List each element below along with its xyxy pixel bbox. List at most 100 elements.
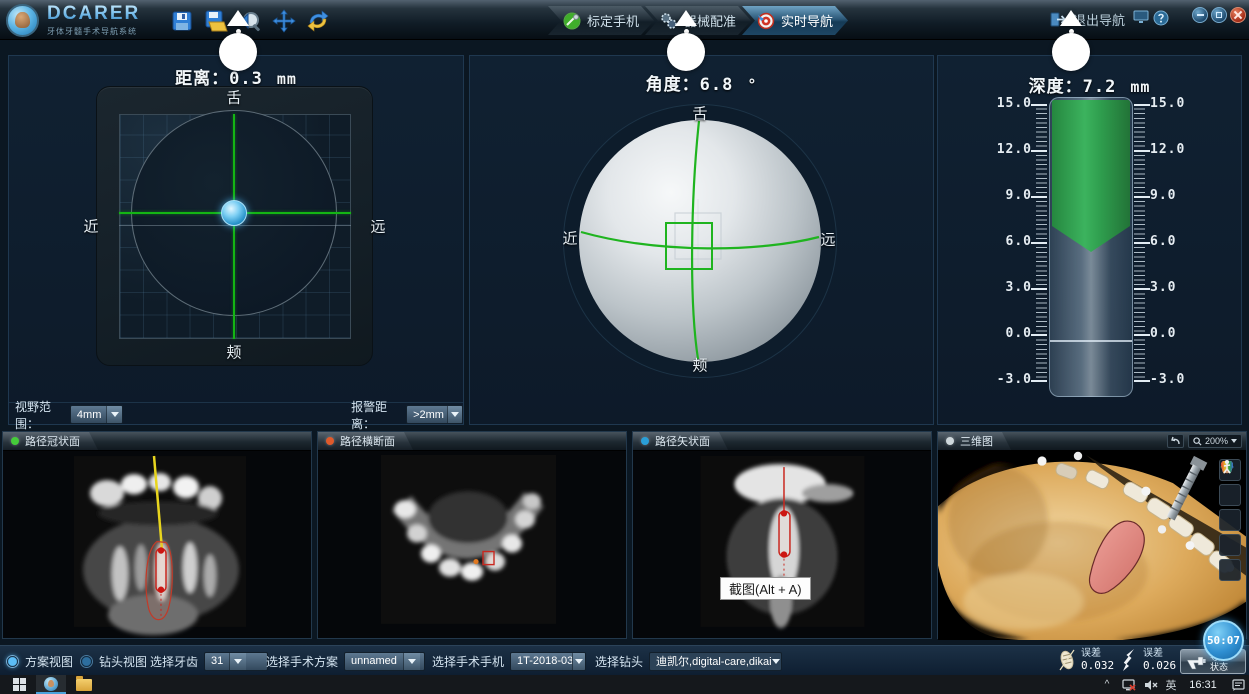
tick-label: 3.0 <box>988 280 1032 295</box>
handpiece-select-group: 选择手术手机 1T-2018-033 <box>432 646 586 676</box>
dir-distal: 远 <box>820 229 835 250</box>
drill-view-radio-group[interactable]: 钻头视图 <box>80 646 147 676</box>
view-tab[interactable]: 路径冠状面 <box>3 432 98 450</box>
dir-buccal: 颊 <box>692 355 707 376</box>
view-controls: 200% <box>1167 434 1242 448</box>
handpiece-icon <box>1186 654 1206 670</box>
view-header: 路径横断面 <box>318 432 626 451</box>
taskbar-app-dcarer[interactable] <box>36 675 66 694</box>
plan-view-label: 方案视图 <box>25 653 73 670</box>
view-tab[interactable]: 路径矢状面 <box>633 432 728 450</box>
threed-viewport[interactable] <box>938 451 1246 640</box>
md-sync-icon[interactable] <box>306 9 330 33</box>
help-icon[interactable] <box>1153 10 1169 25</box>
fov-select[interactable]: 4mm <box>70 405 123 424</box>
step-calibrate-handpiece[interactable]: 标定手机 <box>548 6 654 35</box>
crosshair-vertical <box>233 114 235 339</box>
tooth-glyph <box>15 12 30 28</box>
chevron-down-icon <box>572 653 585 670</box>
coronal-viewport[interactable] <box>3 451 311 640</box>
display-icon[interactable] <box>1133 10 1149 25</box>
tooth-value: 31 <box>205 653 229 670</box>
save-icon[interactable] <box>170 9 194 33</box>
view-tab[interactable]: 路径横断面 <box>318 432 413 450</box>
dir-lingual: 舌 <box>226 87 241 108</box>
save-as-icon[interactable] <box>204 9 228 33</box>
surgical-plan-select[interactable]: unnamed <box>344 652 425 671</box>
depth-title: 深度：7.2mm <box>938 72 1241 97</box>
tray-expand-caret[interactable]: ^ <box>1098 675 1116 694</box>
sagittal-view-panel: 路径矢状面 截图(Alt + A) <box>632 431 932 639</box>
coronal-view-panel: 路径冠状面 <box>2 431 312 639</box>
drill-bit-select[interactable]: 迪凯尔,digital-care,dikaier_种子 <box>649 652 782 671</box>
chevron-down-icon <box>771 653 781 670</box>
plan-view-radio[interactable] <box>6 655 19 668</box>
volume-muted-icon[interactable] <box>1141 675 1161 694</box>
clock[interactable]: 16:31 <box>1184 675 1222 694</box>
dir-mesial: 近 <box>562 228 577 249</box>
app-window: DCARER 牙体牙髓手术导航系统 标定手机 器械配准 <box>0 0 1249 694</box>
view-title: 路径矢状面 <box>655 433 710 449</box>
os-taskbar: ^ 英 16:31 <box>0 675 1249 694</box>
drill-view-label: 钻头视图 <box>99 653 147 670</box>
close-button[interactable] <box>1230 7 1246 23</box>
move-tool-icon[interactable] <box>272 9 296 33</box>
zoom-level-select[interactable]: 200% <box>1188 434 1242 448</box>
reset-view-button[interactable] <box>1167 434 1184 448</box>
network-icon[interactable] <box>1119 675 1139 694</box>
step-label: 标定手机 <box>587 11 639 30</box>
depth-gauge-tube <box>1049 97 1133 397</box>
tick-label: 6.0 <box>988 234 1032 249</box>
minimize-button[interactable] <box>1192 7 1208 23</box>
depth-ticks-right <box>1134 104 1145 381</box>
handpiece-select[interactable]: 1T-2018-033 <box>510 652 586 671</box>
axial-viewport[interactable] <box>318 451 626 640</box>
distance-panel: 距离：0.3mm 舌 近 远 颊 视野范围： 4mm 报警距离： >2mm <box>8 55 464 425</box>
axial-view-panel: 路径横断面 <box>317 431 627 639</box>
plan-view-radio-group[interactable]: 方案视图 <box>6 646 73 676</box>
view-title: 路径横断面 <box>340 433 395 449</box>
start-button[interactable] <box>8 675 30 694</box>
fov-value: 4mm <box>71 406 106 423</box>
indicator-circle <box>1052 33 1090 71</box>
handpiece-select-label: 选择手术手机 <box>432 653 504 670</box>
skull-view-button[interactable] <box>1219 484 1241 506</box>
tooth-select[interactable]: 31 <box>204 652 268 671</box>
alarm-distance-select[interactable]: >2mm <box>406 405 463 424</box>
status-dot <box>641 437 649 445</box>
taskbar-file-explorer[interactable] <box>72 675 96 694</box>
distance-footer: 视野范围： 4mm 报警距离： >2mm <box>9 402 463 426</box>
drill-view-radio[interactable] <box>80 655 93 668</box>
dir-mesial: 近 <box>83 216 98 237</box>
view-title: 三维图 <box>960 433 993 449</box>
notification-center-icon[interactable] <box>1228 675 1248 694</box>
bottom-control-bar: 方案视图 钻头视图 选择牙齿 31 选择手术方案 unnamed 选择手术手机 … <box>0 645 1249 675</box>
plan-select-label: 选择手术方案 <box>266 653 338 670</box>
indicator-circle <box>667 33 705 71</box>
tick-label: 9.0 <box>988 188 1032 203</box>
tick-label: 15.0 <box>988 96 1032 111</box>
plan-value: unnamed <box>345 653 403 670</box>
alarm-value: >2mm <box>407 406 447 423</box>
view-header: 三维图 200% <box>938 432 1246 451</box>
fov-label: 视野范围： <box>15 398 70 432</box>
view-header: 路径矢状面 <box>633 432 931 451</box>
drill-position-dot <box>221 200 247 226</box>
body-view-button[interactable] <box>1219 559 1241 581</box>
step-realtime-navigation[interactable]: 实时导航 <box>742 6 848 35</box>
tick-label: 0.0 <box>988 326 1032 341</box>
drill-error-badge: 误差 0.026 <box>1120 648 1176 672</box>
indicator-arrow <box>227 10 249 26</box>
ime-language-indicator[interactable]: 英 <box>1162 675 1180 694</box>
dir-distal: 远 <box>370 216 385 237</box>
sagittal-viewport[interactable]: 截图(Alt + A) <box>633 451 931 640</box>
view-tab[interactable]: 三维图 <box>938 432 1011 450</box>
tooth-view-button[interactable] <box>1219 509 1241 531</box>
colored-tooth-button[interactable] <box>1219 534 1241 556</box>
step-instrument-registration[interactable]: 器械配准 <box>645 6 751 35</box>
handpiece-value: 1T-2018-033 <box>511 653 572 670</box>
tooth-select-group: 选择牙齿 31 <box>150 646 268 676</box>
maximize-button[interactable] <box>1211 7 1227 23</box>
drill-select-label: 选择钻头 <box>595 653 643 670</box>
chevron-down-icon <box>1231 439 1237 443</box>
